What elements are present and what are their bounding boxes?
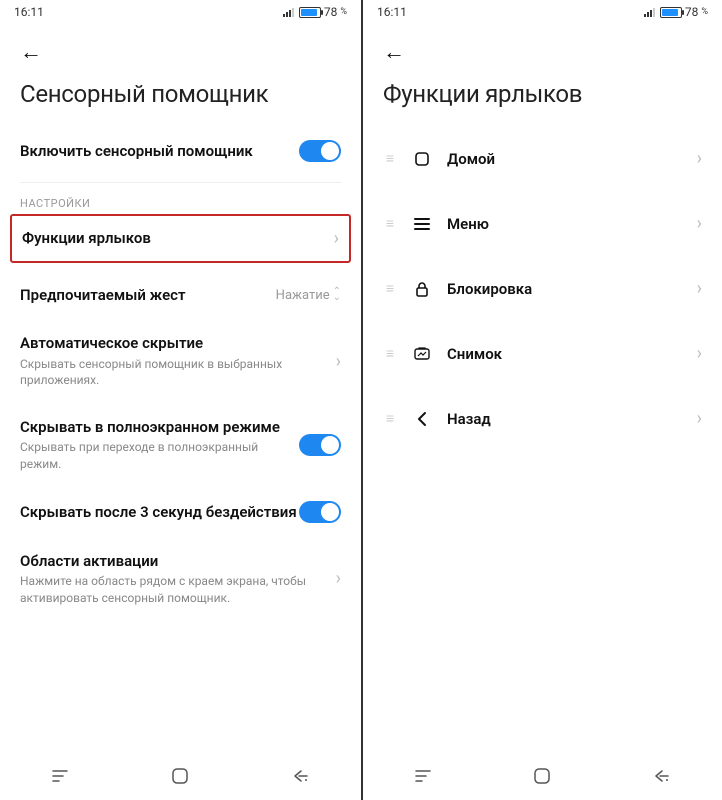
drag-handle-icon[interactable]: ≡ — [383, 215, 397, 232]
battery-percent: 78 — [685, 5, 699, 19]
back-arrow-icon[interactable]: ← — [20, 40, 42, 65]
chevron-right-icon: › — [697, 213, 702, 234]
nav-recent-button[interactable] — [40, 761, 80, 791]
autohide-sub: Скрывать сенсорный помощник в выбранных … — [20, 356, 336, 390]
battery-percent: 78 — [324, 5, 338, 19]
function-row-home[interactable]: ≡ Домой › — [383, 126, 702, 191]
nav-back-button[interactable] — [642, 761, 682, 791]
chevron-right-icon: › — [697, 408, 702, 429]
shortcuts-label: Функции ярлыков — [22, 228, 334, 248]
status-indicators: 78% — [644, 5, 708, 19]
function-label: Назад — [447, 410, 681, 428]
signal-icon — [283, 8, 294, 17]
back-row: ← — [0, 24, 361, 70]
drag-handle-icon[interactable]: ≡ — [383, 345, 397, 362]
shortcuts-row[interactable]: Функции ярлыков › — [10, 214, 351, 263]
areas-label: Области активации — [20, 551, 336, 571]
enable-toggle[interactable] — [299, 140, 341, 162]
battery-icon — [660, 7, 682, 18]
areas-row[interactable]: Области активации Нажмите на область ряд… — [20, 537, 341, 621]
chevron-right-icon: › — [334, 228, 339, 249]
back-row: ← — [363, 24, 722, 70]
drag-handle-icon[interactable]: ≡ — [383, 150, 397, 167]
nav-bar — [363, 756, 722, 800]
fullscreen-toggle[interactable] — [299, 434, 341, 456]
areas-sub: Нажмите на область рядом с краем экрана,… — [20, 573, 336, 607]
fullscreen-label: Скрывать в полноэкранном режиме — [20, 417, 299, 437]
gesture-row[interactable]: Предпочитаемый жест Нажатие ⌃⌄ — [20, 271, 341, 319]
function-label: Меню — [447, 215, 681, 233]
battery-icon — [299, 7, 321, 18]
function-label: Блокировка — [447, 280, 681, 298]
fullscreen-sub: Скрывать при переходе в полноэкранный ре… — [20, 439, 299, 473]
functions-pane: 16:11 78% ← Функции ярлыков ≡ Домой › ≡ … — [361, 0, 722, 800]
functions-content: ≡ Домой › ≡ Меню › ≡ Блокировка › ≡ Сним… — [363, 126, 722, 756]
function-row-lock[interactable]: ≡ Блокировка › — [383, 256, 702, 321]
status-time: 16:11 — [377, 5, 407, 19]
signal-icon — [644, 8, 655, 17]
settings-pane: 16:11 78% ← Сенсорный помощник Включить … — [0, 0, 361, 800]
chevron-right-icon: › — [336, 568, 341, 589]
nav-home-button[interactable] — [522, 761, 562, 791]
chevron-right-icon: › — [697, 343, 702, 364]
nav-recent-button[interactable] — [403, 761, 443, 791]
nav-bar — [0, 756, 361, 800]
back-arrow-icon[interactable]: ← — [383, 40, 405, 65]
page-title: Функции ярлыков — [363, 70, 722, 126]
home-icon — [413, 150, 431, 168]
status-bar: 16:11 78% — [0, 0, 361, 24]
enable-toggle-row[interactable]: Включить сенсорный помощник — [20, 126, 341, 176]
autohide-row[interactable]: Автоматическое скрытие Скрывать сенсорны… — [20, 319, 341, 403]
drag-handle-icon[interactable]: ≡ — [383, 410, 397, 427]
status-indicators: 78% — [283, 5, 347, 19]
screenshot-icon — [413, 345, 431, 363]
fullscreen-row[interactable]: Скрывать в полноэкранном режиме Скрывать… — [20, 403, 341, 487]
settings-content: Включить сенсорный помощник НАСТРОЙКИ Фу… — [0, 126, 361, 756]
lock-icon — [413, 280, 431, 298]
divider — [20, 182, 341, 183]
chevron-right-icon: › — [697, 148, 702, 169]
chevron-right-icon: › — [697, 278, 702, 299]
idle-row[interactable]: Скрывать после 3 секунд бездействия — [20, 487, 341, 537]
gesture-picker[interactable]: Нажатие ⌃⌄ — [276, 288, 341, 303]
menu-icon — [413, 215, 431, 233]
back-icon — [413, 410, 431, 428]
function-row-back[interactable]: ≡ Назад › — [383, 386, 702, 451]
status-bar: 16:11 78% — [363, 0, 722, 24]
enable-label: Включить сенсорный помощник — [20, 141, 299, 161]
chevron-right-icon: › — [336, 351, 341, 372]
idle-toggle[interactable] — [299, 501, 341, 523]
function-label: Домой — [447, 150, 681, 168]
function-row-menu[interactable]: ≡ Меню › — [383, 191, 702, 256]
function-label: Снимок — [447, 345, 681, 363]
nav-home-button[interactable] — [160, 761, 200, 791]
gesture-label: Предпочитаемый жест — [20, 285, 276, 305]
status-time: 16:11 — [14, 5, 44, 19]
function-row-screenshot[interactable]: ≡ Снимок › — [383, 321, 702, 386]
idle-label: Скрывать после 3 секунд бездействия — [20, 502, 299, 522]
drag-handle-icon[interactable]: ≡ — [383, 280, 397, 297]
gesture-value: Нажатие — [276, 288, 330, 303]
section-label: НАСТРОЙКИ — [20, 197, 341, 210]
updown-icon: ⌃⌄ — [333, 289, 341, 301]
nav-back-button[interactable] — [281, 761, 321, 791]
autohide-label: Автоматическое скрытие — [20, 333, 336, 353]
page-title: Сенсорный помощник — [0, 70, 361, 126]
